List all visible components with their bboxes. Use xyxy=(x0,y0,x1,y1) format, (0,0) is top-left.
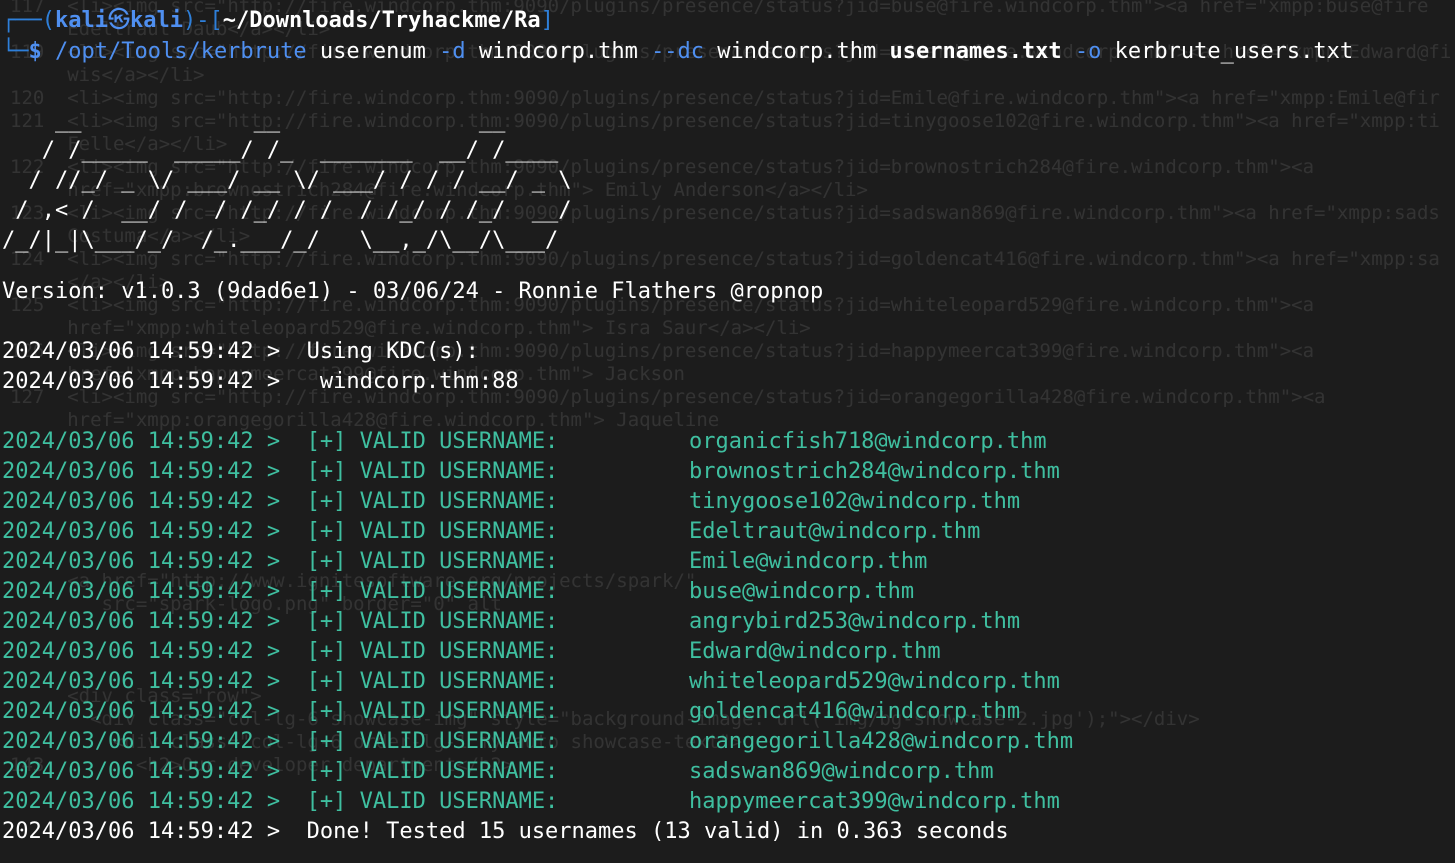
timestamp: 2024/03/06 14:59:42 > xyxy=(2,699,281,724)
valid-username-row: 2024/03/06 14:59:42 > [+] VALID USERNAME… xyxy=(2,577,1452,607)
valid-username-row: 2024/03/06 14:59:42 > [+] VALID USERNAME… xyxy=(2,607,1452,637)
valid-username-row: 2024/03/06 14:59:42 > [+] VALID USERNAME… xyxy=(2,757,1452,787)
valid-username-row: 2024/03/06 14:59:42 > [+] VALID USERNAME… xyxy=(2,547,1452,577)
banner-line: / ,< / __/ / / /_/ / / / /_/ / /_/ __/ xyxy=(2,198,572,223)
valid-username: happymeercat399@windcorp.thm xyxy=(689,789,1060,814)
valid-username: orangegorilla428@windcorp.thm xyxy=(689,729,1074,754)
valid-username: sadswan869@windcorp.thm xyxy=(689,759,994,784)
valid-username: angrybird253@windcorp.thm xyxy=(689,609,1021,634)
timestamp: 2024/03/06 14:59:42 > xyxy=(2,819,281,844)
banner-line: / /_____ _____/ /_ _______ __/ /____ xyxy=(2,138,572,163)
prompt-user: kali xyxy=(54,8,108,33)
valid-username: tinygoose102@windcorp.thm xyxy=(689,489,1021,514)
valid-username-row: 2024/03/06 14:59:42 > [+] VALID USERNAME… xyxy=(2,487,1452,517)
command-space xyxy=(1062,39,1075,64)
done-text: Done! Tested 15 usernames (13 valid) in … xyxy=(280,819,1009,844)
kdc-entry-line: 2024/03/06 14:59:42 > windcorp.thm:88 xyxy=(2,367,1452,397)
valid-label: [+] VALID USERNAME: xyxy=(280,669,559,694)
prompt-header: ┌──(kali㉿kali)-[~/Downloads/Tryhackme/Ra… xyxy=(2,6,1452,36)
valid-username: buse@windcorp.thm xyxy=(689,579,915,604)
timestamp: 2024/03/06 14:59:42 > xyxy=(2,609,281,634)
valid-label: [+] VALID USERNAME: xyxy=(280,609,559,634)
valid-username: brownostrich284@windcorp.thm xyxy=(689,459,1060,484)
timestamp: 2024/03/06 14:59:42 > xyxy=(2,519,281,544)
valid-username: organicfish718@windcorp.thm xyxy=(689,429,1047,454)
terminal-window[interactable]: 117 <li><img src="http://fire.windcorp.t… xyxy=(0,0,1455,863)
valid-username: whiteleopard529@windcorp.thm xyxy=(689,669,1060,694)
command-wordlist: usernames.txt xyxy=(889,39,1062,64)
valid-label: [+] VALID USERNAME: xyxy=(280,729,559,754)
valid-label: [+] VALID USERNAME: xyxy=(280,639,559,664)
valid-username: goldencat416@windcorp.thm xyxy=(689,699,1021,724)
prompt-dollar: $ xyxy=(28,39,55,64)
timestamp: 2024/03/06 14:59:42 > xyxy=(2,459,281,484)
valid-label: [+] VALID USERNAME: xyxy=(280,579,559,604)
valid-username: Edward@windcorp.thm xyxy=(689,639,941,664)
command-domain: windcorp.thm xyxy=(465,39,652,64)
command-dc: windcorp.thm xyxy=(704,39,890,64)
prompt-frame-mid: )-[ xyxy=(182,8,223,33)
timestamp: 2024/03/06 14:59:42 > xyxy=(2,789,281,814)
timestamp: 2024/03/06 14:59:42 > xyxy=(2,729,281,754)
valid-username-row: 2024/03/06 14:59:42 > [+] VALID USERNAME… xyxy=(2,727,1452,757)
prompt-frame-end: ] xyxy=(540,8,554,33)
valid-username-row: 2024/03/06 14:59:42 > [+] VALID USERNAME… xyxy=(2,787,1452,817)
kdc-header-text: Using KDC(s): xyxy=(280,339,479,364)
command-flag-o: -o xyxy=(1074,39,1102,64)
command-binary: /opt/Tools/kerbrute xyxy=(55,39,307,64)
timestamp: 2024/03/06 14:59:42 > xyxy=(2,579,281,604)
done-line: 2024/03/06 14:59:42 > Done! Tested 15 us… xyxy=(2,817,1452,847)
timestamp: 2024/03/06 14:59:42 > xyxy=(2,369,281,394)
valid-label: [+] VALID USERNAME: xyxy=(280,699,559,724)
valid-username: Emile@windcorp.thm xyxy=(689,549,928,574)
kali-skull-icon: ㉿ xyxy=(107,8,130,33)
command-subcommand: userenum xyxy=(306,39,440,64)
timestamp: 2024/03/06 14:59:42 > xyxy=(2,549,281,574)
valid-label: [+] VALID USERNAME: xyxy=(280,519,559,544)
banner-line: / //_/ _ \/ ___/ __ \/ ___/ / / / __/ _ … xyxy=(2,168,572,193)
valid-label: [+] VALID USERNAME: xyxy=(280,759,559,784)
prompt-path: ~/Downloads/Tryhackme/Ra xyxy=(222,8,541,33)
command-output: kerbrute_users.txt xyxy=(1101,39,1354,64)
valid-label: [+] VALID USERNAME: xyxy=(280,789,559,814)
valid-username-row: 2024/03/06 14:59:42 > [+] VALID USERNAME… xyxy=(2,637,1452,667)
banner-line: __ __ __ xyxy=(2,108,572,133)
timestamp: 2024/03/06 14:59:42 > xyxy=(2,489,281,514)
valid-username-row: 2024/03/06 14:59:42 > [+] VALID USERNAME… xyxy=(2,697,1452,727)
kdc-header-line: 2024/03/06 14:59:42 > Using KDC(s): xyxy=(2,337,1452,367)
timestamp: 2024/03/06 14:59:42 > xyxy=(2,339,281,364)
command-flag-dc: --dc xyxy=(651,39,705,64)
command-flag-d: -d xyxy=(439,39,466,64)
timestamp: 2024/03/06 14:59:42 > xyxy=(2,759,281,784)
banner-line: /_/|_|\___/_/ /_.___/_/ \__,_/\__/\___/ xyxy=(2,228,572,253)
timestamp: 2024/03/06 14:59:42 > xyxy=(2,669,281,694)
valid-label: [+] VALID USERNAME: xyxy=(280,549,559,574)
valid-label: [+] VALID USERNAME: xyxy=(280,459,559,484)
kdc-entry-text: windcorp.thm:88 xyxy=(280,369,519,394)
prompt-frame-top: ┌──( xyxy=(2,8,55,33)
valid-username-row: 2024/03/06 14:59:42 > [+] VALID USERNAME… xyxy=(2,667,1452,697)
valid-username-row: 2024/03/06 14:59:42 > [+] VALID USERNAME… xyxy=(2,457,1452,487)
command-line[interactable]: └─$ /opt/Tools/kerbrute userenum -d wind… xyxy=(2,37,1452,67)
timestamp: 2024/03/06 14:59:42 > xyxy=(2,639,281,664)
valid-username: Edeltraut@windcorp.thm xyxy=(689,519,981,544)
valid-label: [+] VALID USERNAME: xyxy=(280,429,559,454)
prompt-frame-bottom: └─ xyxy=(2,39,29,64)
valid-label: [+] VALID USERNAME: xyxy=(280,489,559,514)
prompt-host: kali xyxy=(129,8,183,33)
valid-username-row: 2024/03/06 14:59:42 > [+] VALID USERNAME… xyxy=(2,517,1452,547)
valid-username-row: 2024/03/06 14:59:42 > [+] VALID USERNAME… xyxy=(2,427,1452,457)
timestamp: 2024/03/06 14:59:42 > xyxy=(2,429,281,454)
version-line: Version: v1.0.3 (9dad6e1) - 03/06/24 - R… xyxy=(2,279,824,304)
